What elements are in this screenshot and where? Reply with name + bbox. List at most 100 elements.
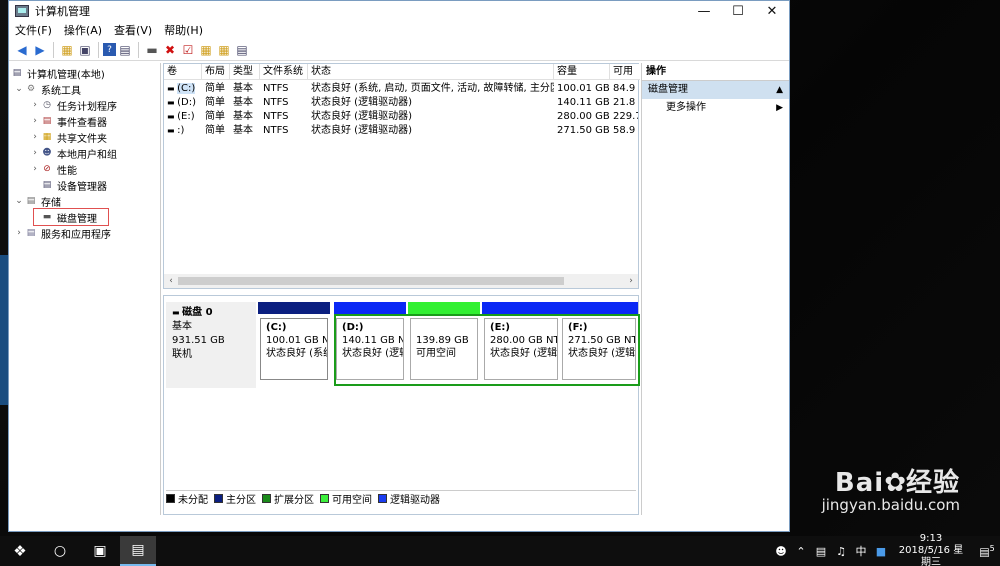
table-row[interactable]: ▬ (C:) 简单 基本 NTFS 状态良好 (系统, 启动, 页面文件, 活动… [164, 82, 640, 96]
toolbar-separator [98, 41, 99, 58]
column-header-type[interactable]: 类型 [230, 64, 260, 80]
disk-name: 磁盘 0 [182, 307, 213, 318]
table-row[interactable]: ▬ (D:) 简单 基本 NTFS 状态良好 (逻辑驱动器) 140.11 GB… [164, 96, 640, 110]
tree-item-performance[interactable]: › ⊘ 性能 [29, 161, 77, 177]
tree-item-system-tools[interactable]: ⌄ ⚙ 系统工具 [13, 81, 81, 97]
menu-help[interactable]: 帮助(H) [164, 22, 203, 38]
scroll-left-icon[interactable]: ‹ [164, 274, 178, 288]
forward-arrow-icon[interactable]: ▶ [31, 41, 49, 59]
people-icon[interactable]: ☻ [772, 545, 790, 558]
expanded-arrow-icon[interactable]: ⌄ [13, 84, 25, 94]
taskbar-app-computer-management[interactable]: ▤ [120, 536, 156, 566]
toolbar: ◀ ▶ ▦ ▣ ? ▤ ▬ ✖ ☑ ▦ ▦ ▤ [9, 39, 789, 61]
collapsed-arrow-icon[interactable]: › [29, 132, 41, 142]
task-view-icon[interactable]: ▣ [80, 536, 120, 566]
delete-icon[interactable]: ✖ [161, 41, 179, 59]
help-icon[interactable]: ? [103, 43, 116, 56]
layout-cell: 简单 [205, 125, 225, 136]
column-header-status[interactable]: 状态 [308, 64, 554, 80]
show-hide-tree-icon[interactable]: ▣ [76, 41, 94, 59]
logical-drive-bar [482, 302, 560, 314]
table-row[interactable]: ▬ :) 简单 基本 NTFS 状态良好 (逻辑驱动器) 271.50 GB 5… [164, 124, 640, 138]
close-button[interactable]: ✕ [755, 1, 789, 21]
disk-type: 基本 [172, 321, 192, 332]
layout-cell: 简单 [205, 97, 225, 108]
column-header-capacity[interactable]: 容量 [554, 64, 610, 80]
title-bar: 计算机管理 — ☐ ✕ [9, 1, 789, 21]
collapsed-arrow-icon[interactable]: › [13, 228, 25, 238]
column-header-layout[interactable]: 布局 [202, 64, 230, 80]
drive-icon: ▬ [167, 98, 178, 107]
volume-name: (D:) [177, 97, 196, 108]
legend: 未分配 主分区 扩展分区 可用空间 逻辑驱动器 [166, 490, 636, 506]
tree-item-task-scheduler[interactable]: › ◷ 任务计划程序 [29, 97, 117, 113]
properties-icon[interactable]: ▤ [116, 41, 134, 59]
up-folder-icon[interactable]: ▦ [58, 41, 76, 59]
tree-item-root[interactable]: ▤ 计算机管理(本地) [11, 65, 105, 81]
menu-action[interactable]: 操作(A) [64, 22, 102, 38]
drive-icon: ▬ [167, 84, 178, 93]
tree-item-services[interactable]: › ▤ 服务和应用程序 [13, 225, 111, 241]
legend-item: 可用空间 [320, 491, 372, 506]
tree-item-event-viewer[interactable]: › ▤ 事件查看器 [29, 113, 107, 129]
volume-muted-icon[interactable]: ♫ [832, 545, 850, 558]
partition-f[interactable]: (F:) 271.50 GB NT 状态良好 (逻辑 [560, 302, 638, 384]
start-button-windows-icon[interactable]: ❖ [0, 536, 40, 566]
collapsed-arrow-icon[interactable]: › [29, 148, 41, 158]
capacity-cell: 140.11 GB [557, 97, 610, 108]
tree-item-device-manager[interactable]: ▤ 设备管理器 [41, 177, 107, 193]
notification-center-icon[interactable]: ▤5 [974, 544, 1000, 559]
partition-body: (D:) 140.11 GB N 状态良好 (逻辑 [336, 318, 404, 380]
legend-label: 可用空间 [332, 495, 372, 506]
partition-status: 可用空间 [416, 348, 456, 359]
actions-section-disk-management[interactable]: 磁盘管理 ▲ [642, 81, 789, 99]
more-actions-item[interactable]: 更多操作 ▶ [642, 99, 789, 117]
collapsed-arrow-icon[interactable]: › [29, 100, 41, 110]
partition-name: (E:) [490, 322, 510, 333]
tree-item-shared-folders[interactable]: › ▦ 共享文件夹 [29, 129, 107, 145]
free-cell: 58.9 [613, 125, 636, 136]
tree-item-local-users[interactable]: › ☻ 本地用户和组 [29, 145, 117, 161]
legend-item: 未分配 [166, 491, 208, 506]
search-circle-icon[interactable]: ○ [40, 536, 80, 566]
expanded-arrow-icon[interactable]: ⌄ [13, 196, 25, 206]
folder-key-icon[interactable]: ▦ [215, 41, 233, 59]
watermark: Bai✿经验 jingyan.baidu.com [822, 462, 960, 514]
menu-file[interactable]: 文件(F) [15, 22, 52, 38]
partition-c[interactable]: (C:) 100.01 GB NT 状态良好 (系统 [258, 302, 330, 384]
partition-body: (E:) 280.00 GB NT 状态良好 (逻辑 [484, 318, 558, 380]
watermark-brand-suffix: 经验 [905, 468, 960, 498]
collapsed-arrow-icon[interactable]: › [29, 164, 41, 174]
column-header-filesystem[interactable]: 文件系统 [260, 64, 308, 80]
tree-item-storage[interactable]: ⌄ ▤ 存储 [13, 193, 61, 209]
clock[interactable]: 9:13 2018/5/16 星期三 [896, 533, 966, 566]
ime-indicator[interactable]: 中 [852, 543, 870, 559]
collapsed-arrow-icon[interactable]: › [29, 116, 41, 126]
disk-0-label[interactable]: ▬ 磁盘 0 基本 931.51 GB 联机 [166, 302, 256, 388]
column-header-free[interactable]: 可用 [610, 64, 640, 80]
partition-e[interactable]: (E:) 280.00 GB NT 状态良好 (逻辑 [482, 302, 560, 384]
volume-cell: ▬ (D:) [164, 96, 202, 110]
menu-view[interactable]: 查看(V) [114, 22, 152, 38]
back-arrow-icon[interactable]: ◀ [13, 41, 31, 59]
table-row[interactable]: ▬ (E:) 简单 基本 NTFS 状态良好 (逻辑驱动器) 280.00 GB… [164, 110, 640, 124]
scrollbar-thumb[interactable] [178, 277, 564, 285]
maximize-button[interactable]: ☐ [721, 1, 755, 21]
input-method-icon[interactable]: ■ [872, 545, 890, 558]
column-header-volume[interactable]: 卷 [164, 64, 202, 80]
connect-drive-icon[interactable]: ▬ [143, 41, 161, 59]
minimize-button[interactable]: — [687, 1, 721, 21]
partition-free-space[interactable]: 139.89 GB 可用空间 [408, 302, 480, 384]
scroll-right-icon[interactable]: › [624, 274, 638, 288]
collapse-icon[interactable]: ▲ [776, 81, 783, 99]
show-hidden-icons-chevron-icon[interactable]: ⌃ [792, 545, 810, 558]
console-icon[interactable]: ▤ [233, 41, 251, 59]
partition-d[interactable]: (D:) 140.11 GB N 状态良好 (逻辑 [334, 302, 406, 384]
check-icon[interactable]: ☑ [179, 41, 197, 59]
horizontal-scrollbar[interactable]: ‹ › [164, 274, 638, 288]
network-icon[interactable]: ▤ [812, 545, 830, 558]
legend-swatch [320, 494, 329, 503]
layout-cell: 简单 [205, 111, 225, 122]
partition-name: (F:) [568, 322, 588, 333]
folder-search-icon[interactable]: ▦ [197, 41, 215, 59]
